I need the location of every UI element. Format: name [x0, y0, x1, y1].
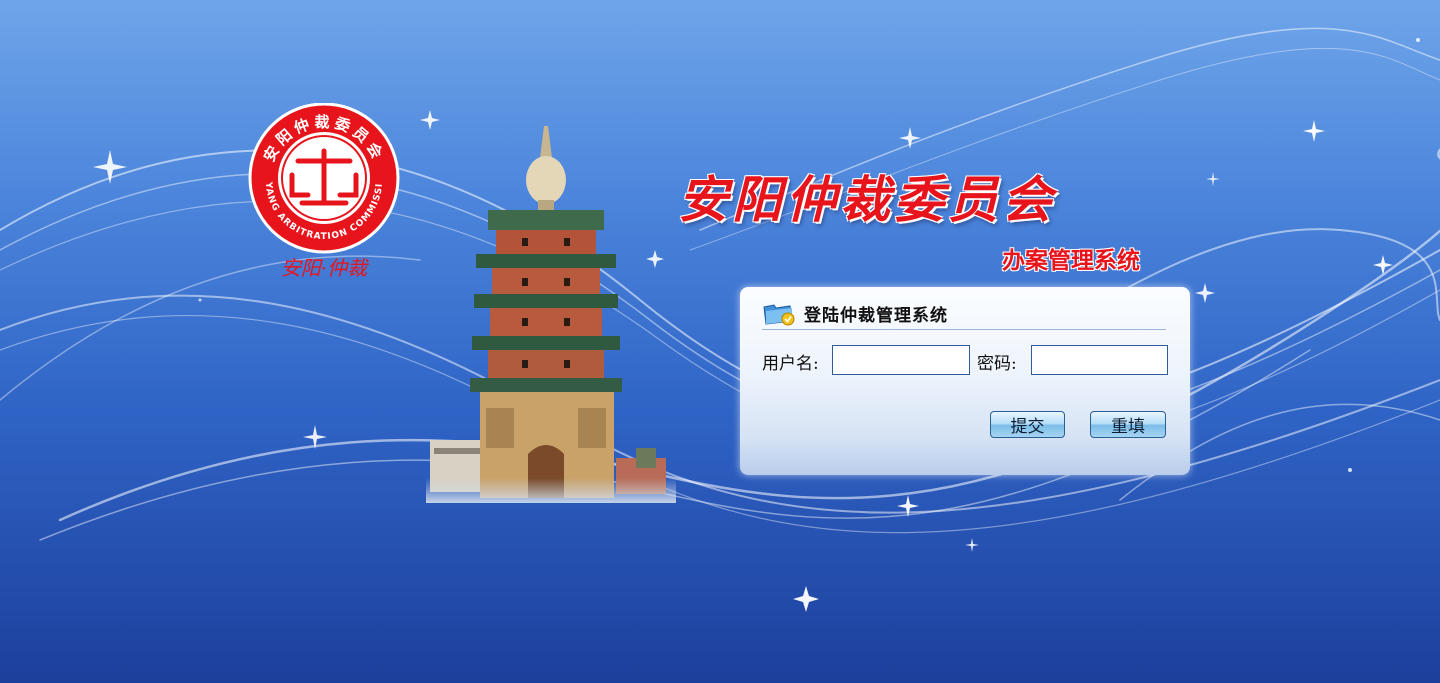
pagoda-image [426, 126, 676, 503]
system-title: 安阳仲裁委员会 [678, 170, 1056, 229]
username-input[interactable] [832, 345, 970, 375]
password-input[interactable] [1031, 345, 1168, 375]
login-panel-header: 登陆仲裁管理系统 [762, 297, 1166, 330]
username-label: 用户名: [762, 354, 819, 374]
system-subtitle: 办案管理系统 [1002, 248, 1140, 274]
login-panel-title: 登陆仲裁管理系统 [804, 306, 948, 326]
reset-button[interactable]: 重填 [1090, 411, 1166, 438]
background-swirls [0, 27, 1440, 612]
login-panel: 登陆仲裁管理系统 用户名: 密码: 提交 重填 [740, 287, 1190, 475]
login-page: 安阳仲裁委员会 ANYANG ARBITRATION COMMISSION 安阳… [0, 0, 1440, 683]
svg-text:安阳·仲裁: 安阳·仲裁 [281, 256, 369, 280]
password-label: 密码: [977, 354, 1017, 374]
arbitration-logo: 安阳仲裁委员会 ANYANG ARBITRATION COMMISSION 安阳… [246, 103, 400, 280]
login-folder-icon [762, 299, 796, 327]
submit-button[interactable]: 提交 [990, 411, 1065, 438]
